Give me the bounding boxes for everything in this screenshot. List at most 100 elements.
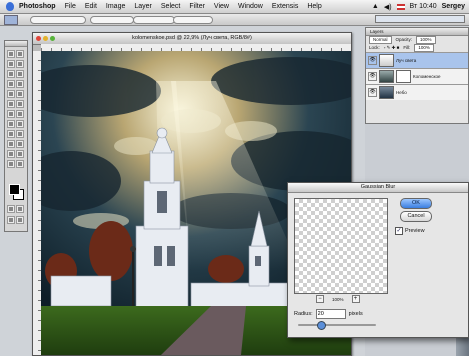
preview-zoom-controls: − 100% + [316,295,360,303]
pen-tool-icon[interactable] [7,130,15,138]
marquee-tool-icon[interactable] [7,50,15,58]
preview-label: Preview [405,228,425,234]
layer-thumbnail [379,54,394,67]
menu-select[interactable]: Select [161,3,180,10]
eye-icon[interactable]: 👁 [368,56,377,65]
blend-mode-select[interactable]: Normal [369,36,392,44]
zoom-window-icon[interactable] [50,36,55,41]
apple-icon[interactable] [6,2,14,11]
clone-stamp-tool-icon[interactable] [7,90,15,98]
menu-filter[interactable]: Filter [189,3,205,10]
radius-slider[interactable] [298,321,376,330]
lock-label: Lock: [369,45,380,50]
layer-thumbnail [379,86,394,99]
layers-lock-row: Lock: ▫ ✎ ✚ ■ Fill: 100% [366,44,468,52]
fill-field[interactable]: 100% [414,44,434,52]
brush-tool-icon[interactable] [16,80,24,88]
radius-label: Radius: [294,311,313,317]
zoom-tool-icon[interactable] [16,150,24,158]
preview-zoom-level: 100% [332,296,344,302]
type-tool-icon[interactable] [16,120,24,128]
gaussian-blur-dialog: Gaussian Blur − 100% + OK Cancel ✓ Previ… [287,182,469,338]
layer-thumbnail [379,70,394,83]
shape-tool-icon[interactable] [16,130,24,138]
gradient-tool-icon[interactable] [16,100,24,108]
eye-icon[interactable]: 👁 [368,88,377,97]
layers-palette-title[interactable]: Layers [366,28,468,36]
menu-status-area: ▲ ◀) Вт 10:40 Sergey [372,0,465,13]
move-tool-icon[interactable] [16,50,24,58]
option-pill-4[interactable] [173,16,213,24]
menu-app[interactable]: Photoshop [19,3,56,10]
extra-tool-icon[interactable] [16,160,24,168]
radius-slider-thumb[interactable] [317,321,327,330]
layer-mask-thumbnail [396,70,411,83]
menu-layer[interactable]: Layer [134,3,152,10]
flag-icon[interactable] [396,3,405,10]
ok-button[interactable]: OK [400,198,432,209]
preview-checkbox[interactable]: ✓ [395,227,403,235]
healing-brush-tool-icon[interactable] [7,80,15,88]
magic-wand-tool-icon[interactable] [16,60,24,68]
cancel-button[interactable]: Cancel [400,211,432,222]
standard-mode-icon[interactable] [7,205,15,213]
menu-edit[interactable]: Edit [85,3,97,10]
lock-icons[interactable]: ▫ ✎ ✚ ■ [384,44,400,52]
screen-mode-icon[interactable] [7,216,15,224]
eyedropper-tool-icon[interactable] [16,140,24,148]
toolbox-titlebar[interactable] [5,41,27,47]
bluetooth-icon[interactable]: ▲ [372,3,379,10]
jump-to-imageready-icon[interactable] [16,216,24,224]
eye-icon[interactable]: 👁 [368,72,377,81]
user-menu[interactable]: Sergey [442,3,465,10]
option-pill-2[interactable] [90,16,134,24]
fill-label: Fill: [403,45,411,50]
layers-blend-row: Normal Opacity: 100% [366,36,468,44]
opacity-field[interactable]: 100% [416,36,436,44]
window-controls [36,36,55,41]
menu-window[interactable]: Window [238,3,263,10]
layer-row[interactable]: 👁 Коломенское [366,68,468,84]
layer-row[interactable]: 👁 Луч света [366,52,468,68]
dialog-title[interactable]: Gaussian Blur [288,183,468,193]
menu-extensis[interactable]: Extensis [272,3,298,10]
quick-mask-mode-icon[interactable] [16,205,24,213]
opacity-label: Opacity: [395,37,413,42]
option-pill-1[interactable] [30,16,86,24]
zoom-in-button[interactable]: + [351,295,360,303]
menu-help[interactable]: Help [307,3,321,10]
zoom-out-button[interactable]: − [316,295,324,303]
foreground-color-swatch[interactable] [9,184,20,195]
clock[interactable]: Вт 10:40 [410,3,437,10]
crop-tool-icon[interactable] [7,70,15,78]
option-pill-3[interactable] [133,16,175,24]
close-icon[interactable] [36,36,41,41]
dodge-tool-icon[interactable] [16,110,24,118]
history-brush-tool-icon[interactable] [16,90,24,98]
layer-row[interactable]: 👁 Небо [366,84,468,100]
volume-icon[interactable]: ◀) [384,3,392,11]
slice-tool-icon[interactable] [16,70,24,78]
minimize-icon[interactable] [43,36,48,41]
tool-preset-icon[interactable] [4,15,18,25]
layer-name: Коломенское [413,74,441,79]
radius-input[interactable] [315,309,346,319]
palette-well[interactable] [375,15,465,23]
options-bar [0,14,469,26]
menu-file[interactable]: File [65,3,76,10]
layer-name: Луч света [396,58,417,63]
menu-view[interactable]: View [214,3,229,10]
notes-tool-icon[interactable] [7,140,15,148]
quick-tool-icon[interactable] [7,160,15,168]
blur-preview-area[interactable] [294,198,388,294]
eraser-tool-icon[interactable] [7,100,15,108]
layer-name: Небо [396,90,407,95]
document-title: kolomenskoe.psd @ 22,9% (Луч света, RGB/… [132,35,252,41]
lasso-tool-icon[interactable] [7,60,15,68]
preview-checkbox-row: ✓ Preview [395,227,425,235]
hand-tool-icon[interactable] [7,150,15,158]
menu-image[interactable]: Image [106,3,125,10]
blur-tool-icon[interactable] [7,110,15,118]
layers-palette: Layers Normal Opacity: 100% Lock: ▫ ✎ ✚ … [365,27,469,124]
path-selection-tool-icon[interactable] [7,120,15,128]
